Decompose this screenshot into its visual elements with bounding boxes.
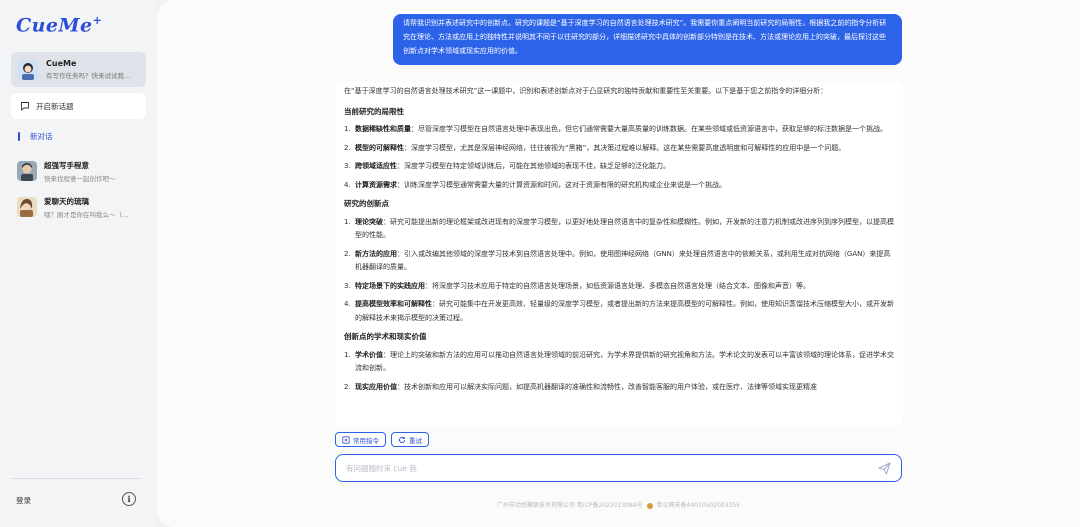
answer-list-item: 1. 数据稀缺性和质量：尽管深度学习模型在自然语言处理中表现出色，但它们通常需要大… [344, 123, 894, 137]
list-item-text: ：研究可能提出新的理论框架或改进现有的深度学习模型，以更好地处理自然语言中的复杂… [355, 217, 894, 240]
list-item-title: 模型的可解释性 [355, 143, 404, 152]
answer-list-item: 1. 学术价值：理论上的突破和新方法的应用可以推动自然语言处理领域的前沿研究，为学… [344, 349, 894, 376]
history-item-writer[interactable]: 超强写手程意 快来找程意一起创作吧～ [17, 158, 142, 184]
answer-list-item: 2. 新方法的应用：引入或改编其他领域的深度学习技术到自然语言处理中。例如，使用图… [344, 248, 894, 275]
list-item-body: 新方法的应用：引入或改编其他领域的深度学习技术到自然语言处理中。例如，使用图神经… [355, 248, 894, 275]
answer-section-heading: 当前研究的局限性 [344, 106, 404, 116]
retry-label: 重试 [409, 436, 422, 445]
list-item-text: ：深度学习模型在特定领域训练后，可能在其他领域的表现不佳，缺乏足够的泛化能力。 [397, 162, 670, 170]
answer-list-item: 2. 模型的可解释性：深度学习模型，尤其是深层神经网络，往往被视为“黑箱”，其决策… [344, 142, 894, 156]
police-record-text[interactable]: 粤公网安备44010502003355 [657, 502, 740, 509]
send-icon[interactable] [878, 461, 891, 475]
liuli-avatar [17, 197, 37, 217]
list-item-number: 4. [344, 300, 351, 308]
answer-list: 1. 理论突破：研究可能提出新的理论框架或改进现有的深度学习模型，以更好地处理自然… [344, 216, 894, 326]
list-item-body: 提高模型效率和可解释性：研究可能集中在开发更高效、轻量级的深度学习模型，或者提出… [355, 298, 894, 325]
answer-list-item: 3. 跨领域适应性：深度学习模型在特定领域训练后，可能在其他领域的表现不佳，缺乏足… [344, 160, 894, 174]
list-item-text: ：深度学习模型，尤其是深层神经网络，往往被视为“黑箱”，其决策过程难以解释。这在… [404, 143, 846, 152]
answer-list: 1. 学术价值：理论上的突破和新方法的应用可以推动自然语言处理领域的前沿研究，为学… [344, 349, 894, 395]
icp-text[interactable]: 广州市动悦聚联技术有限公司 粤ICP备2022013084号 [497, 502, 643, 509]
list-item-number: 3. [344, 162, 351, 170]
new-chat-icon [21, 102, 29, 111]
list-item-body: 学术价值：理论上的突破和新方法的应用可以推动自然语言处理领域的前沿研究，为学术界… [355, 349, 894, 376]
bot-avatar [18, 59, 38, 80]
answer-section-heading: 研究的创新点 [344, 199, 389, 208]
common-commands-label: 常用指令 [353, 436, 379, 445]
list-item-body: 特定场景下的实践应用：将深度学习技术应用于特定的自然语言处理场景，如低资源语言处… [355, 280, 810, 294]
footer: 广州市动悦聚联技术有限公司 粤ICP备2022013084号 粤公网安备4401… [335, 500, 902, 509]
message-input[interactable] [346, 463, 878, 473]
retry-button[interactable]: 重试 [391, 432, 429, 447]
common-commands-button[interactable]: 常用指令 [335, 432, 386, 447]
message-composer [335, 454, 902, 482]
list-item-title: 提高模型效率和可解释性 [355, 300, 432, 308]
writer-avatar [17, 161, 37, 181]
list-item-number: 2. [344, 249, 351, 258]
history-item-desc: 快来找程意一起创作吧～ [44, 174, 116, 183]
history-item-name: 超强写手程意 [44, 160, 89, 170]
answer-list-item: 4. 计算资源需求：训练深度学习模型通常需要大量的计算资源和时间，这对于资源有限的… [344, 179, 894, 193]
list-item-number: 4. [344, 180, 351, 189]
list-item-title: 跨领域适应性 [355, 162, 397, 170]
bot-card-cueme[interactable]: CueMe 有写作任务吗？快来试试我… [11, 52, 146, 87]
chat-main: 请帮我识别并表述研究中的创新点。研究的课题是“基于深度学习的自然语言处理技术研究… [157, 0, 1080, 527]
list-item-number: 2. [344, 143, 351, 152]
list-item-title: 学术价值 [355, 350, 383, 359]
list-item-body: 数据稀缺性和质量：尽管深度学习模型在自然语言处理中表现出色，但它们通常需要大量高… [355, 123, 887, 137]
list-item-title: 数据稀缺性和质量 [355, 125, 411, 133]
app-logo[interactable]: CueMe+ [16, 14, 102, 36]
list-item-text: ：技术创新和应用可以解决实际问题，如提高机器翻译的准确性和流畅性，改善智能客服的… [397, 382, 817, 391]
list-item-text: ：将深度学习技术应用于特定的自然语言处理场景，如低资源语言处理、多模态自然语言处… [425, 281, 810, 290]
list-item-text: ：理论上的突破和新方法的应用可以推动自然语言处理领域的前沿研究，为学术界提供新的… [355, 350, 894, 373]
list-item-body: 模型的可解释性：深度学习模型，尤其是深层神经网络，往往被视为“黑箱”，其决策过程… [355, 142, 845, 156]
history-item-desc: 嘿？刚才是你在叫我么～（… [44, 210, 129, 219]
list-item-body: 现实应用价值：技术创新和应用可以解决实际问题，如提高机器翻译的准确性和流畅性，改… [355, 381, 817, 395]
list-item-text: ：引入或改编其他领域的深度学习技术到自然语言处理中。例如，使用图神经网络（GNN… [355, 249, 891, 272]
list-item-number: 1. [344, 217, 351, 226]
list-item-title: 新方法的应用 [355, 249, 397, 258]
history-item-liuli[interactable]: 爱聊天的琉璃 嘿？刚才是你在叫我么～（… [17, 194, 142, 220]
command-icon [342, 435, 350, 444]
answer-list-item: 3. 特定场景下的实践应用：将深度学习技术应用于特定的自然语言处理场景，如低资源语… [344, 280, 894, 294]
list-item-number: 3. [344, 281, 351, 290]
answer-intro: 在“基于深度学习的自然语言处理技术研究”这一课题中，识别和表述创新点对于凸显研究… [344, 87, 828, 95]
conversation-active[interactable]: 新对话 [18, 131, 53, 142]
answer-list-item: 1. 理论突破：研究可能提出新的理论框架或改进现有的深度学习模型，以更好地处理自然… [344, 216, 894, 243]
sidebar: CueMe+ CueMe 有写作任务吗？快来试试我… 开启新话题 新对话 超强写… [0, 0, 157, 527]
list-item-text: ：研究可能集中在开发更高效、轻量级的深度学习模型，或者提出新的方法来提高模型的可… [355, 300, 894, 322]
list-item-title: 计算资源需求 [355, 180, 397, 189]
assistant-answer: 在“基于深度学习的自然语言处理技术研究”这一课题中，识别和表述创新点对于凸显研究… [335, 82, 903, 426]
bot-name: CueMe [46, 59, 77, 68]
list-item-title: 特定场景下的实践应用 [355, 281, 425, 290]
list-item-number: 1. [344, 125, 351, 133]
refresh-icon [398, 436, 406, 443]
list-item-body: 理论突破：研究可能提出新的理论框架或改进现有的深度学习模型，以更好地处理自然语言… [355, 216, 894, 243]
active-indicator [18, 132, 20, 141]
list-item-number: 1. [344, 350, 351, 359]
list-item-body: 跨领域适应性：深度学习模型在特定领域训练后，可能在其他领域的表现不佳，缺乏足够的… [355, 160, 670, 174]
list-item-text: ：训练深度学习模型通常需要大量的计算资源和时间，这对于资源有限的研究机构或企业来… [397, 180, 726, 189]
list-item-number: 2. [344, 382, 351, 391]
police-badge-icon [646, 502, 653, 509]
list-item-title: 理论突破 [355, 217, 383, 226]
info-icon[interactable]: i [122, 492, 136, 506]
new-topic-button[interactable]: 开启新话题 [11, 93, 146, 119]
list-item-title: 现实应用价值 [355, 382, 397, 391]
history-item-name: 爱聊天的琉璃 [44, 196, 89, 206]
answer-section-heading: 创新点的学术和现实价值 [344, 332, 427, 341]
answer-sections: 当前研究的局限性 1. 数据稀缺性和质量：尽管深度学习模型在自然语言处理中表现出色，… [344, 105, 894, 395]
user-message-bubble: 请帮我识别并表述研究中的创新点。研究的课题是“基于深度学习的自然语言处理技术研究… [393, 14, 902, 65]
answer-list-item: 4. 提高模型效率和可解释性：研究可能集中在开发更高效、轻量级的深度学习模型，或者… [344, 298, 894, 325]
bot-desc: 有写作任务吗？快来试试我… [46, 72, 131, 80]
list-item-text: ：尽管深度学习模型在自然语言处理中表现出色，但它们通常需要大量高质量的训练数据。… [411, 125, 887, 133]
login-link[interactable]: 登录 [16, 495, 31, 506]
new-topic-label: 开启新话题 [36, 101, 74, 111]
list-item-body: 计算资源需求：训练深度学习模型通常需要大量的计算资源和时间，这对于资源有限的研究… [355, 179, 726, 193]
quick-actions: 常用指令 重试 [335, 432, 429, 447]
sidebar-divider [10, 478, 142, 479]
answer-list-item: 2. 现实应用价值：技术创新和应用可以解决实际问题，如提高机器翻译的准确性和流畅性… [344, 381, 894, 395]
answer-list: 1. 数据稀缺性和质量：尽管深度学习模型在自然语言处理中表现出色，但它们通常需要大… [344, 123, 894, 192]
conversation-active-label: 新对话 [30, 132, 53, 141]
